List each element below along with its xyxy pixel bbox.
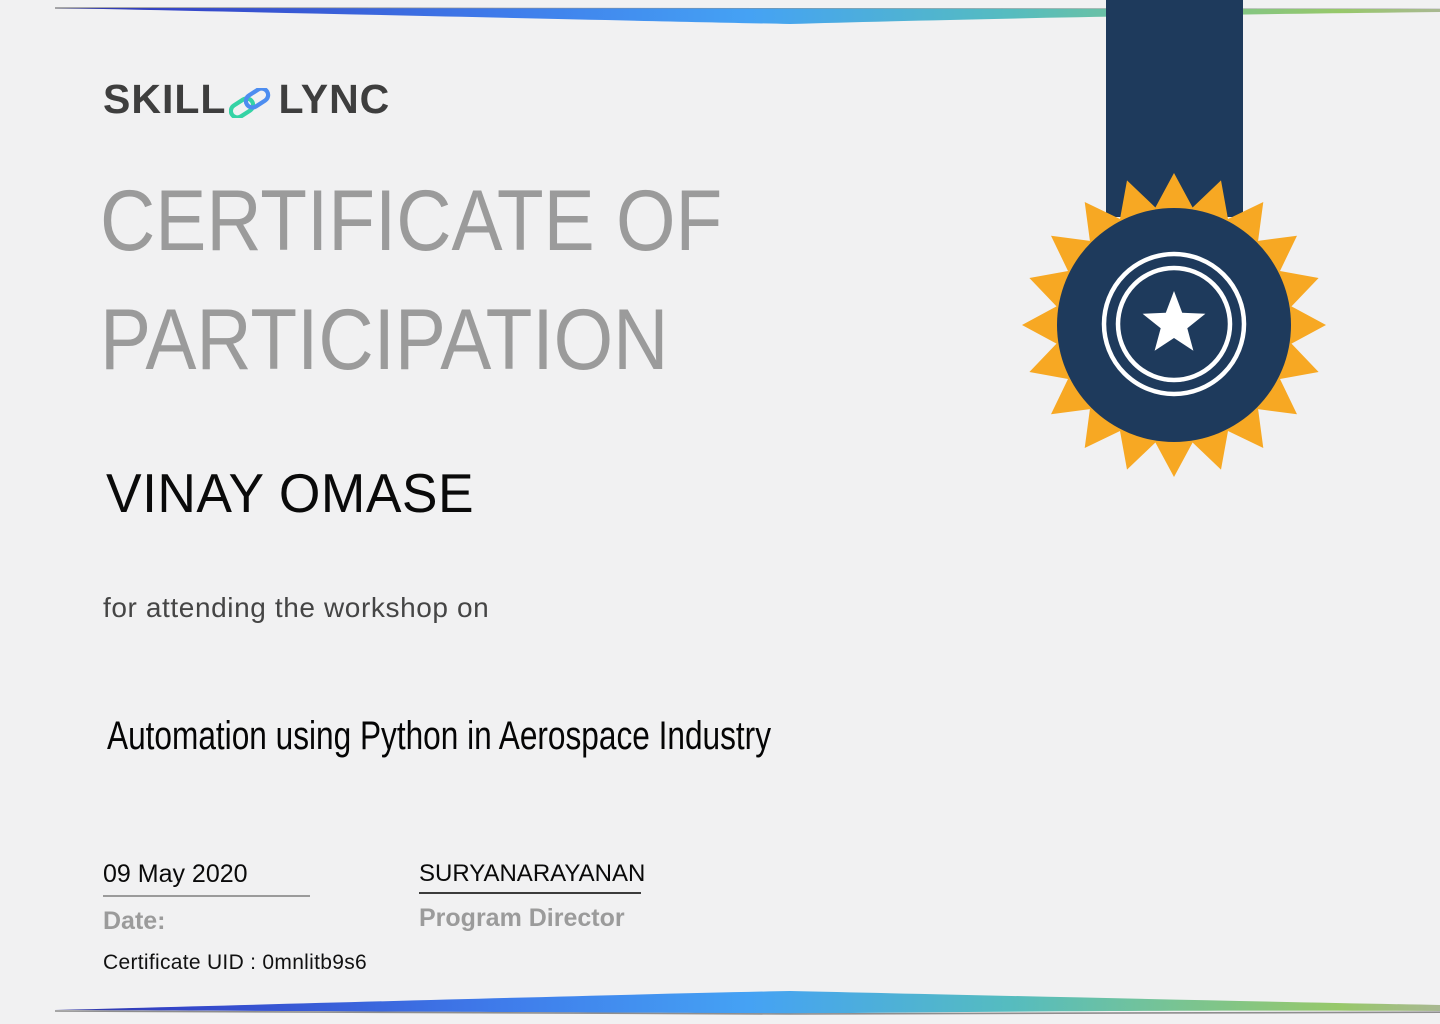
brand-logo: SKILL LYNC [103, 76, 390, 123]
signatory-block: SURYANARAYANAN Program Director [419, 860, 645, 933]
brand-name-left: SKILL [103, 76, 227, 122]
chain-link-icon [229, 87, 271, 118]
certificate-canvas: SKILL LYNC CERTIFICATE OF PARTICIPATION … [0, 0, 1440, 1024]
certificate-title-line2: PARTICIPATION [100, 292, 669, 388]
course-title: Automation using Python in Aerospace Ind… [107, 714, 772, 758]
recipient-name: VINAY OMASE [106, 462, 475, 524]
certificate-uid: Certificate UID : 0mnlitb9s6 [103, 951, 367, 974]
date-value: 09 May 2020 [103, 860, 248, 888]
subtitle-text: for attending the workshop on [103, 592, 490, 623]
brand-name-right: LYNC [278, 76, 391, 122]
award-medal-ribbon-icon [1022, 0, 1326, 477]
certificate-title: CERTIFICATE OF PARTICIPATION [100, 162, 722, 400]
signatory-title: Program Director [419, 904, 625, 932]
date-underline [103, 895, 310, 897]
certificate-title-line1: CERTIFICATE OF [100, 173, 723, 269]
date-label: Date: [103, 907, 166, 935]
signatory-name: SURYANARAYANAN [419, 860, 646, 887]
date-block: 09 May 2020 Date: [103, 860, 310, 936]
signatory-underline [419, 892, 641, 894]
bottom-gradient-band [54, 991, 1440, 1015]
